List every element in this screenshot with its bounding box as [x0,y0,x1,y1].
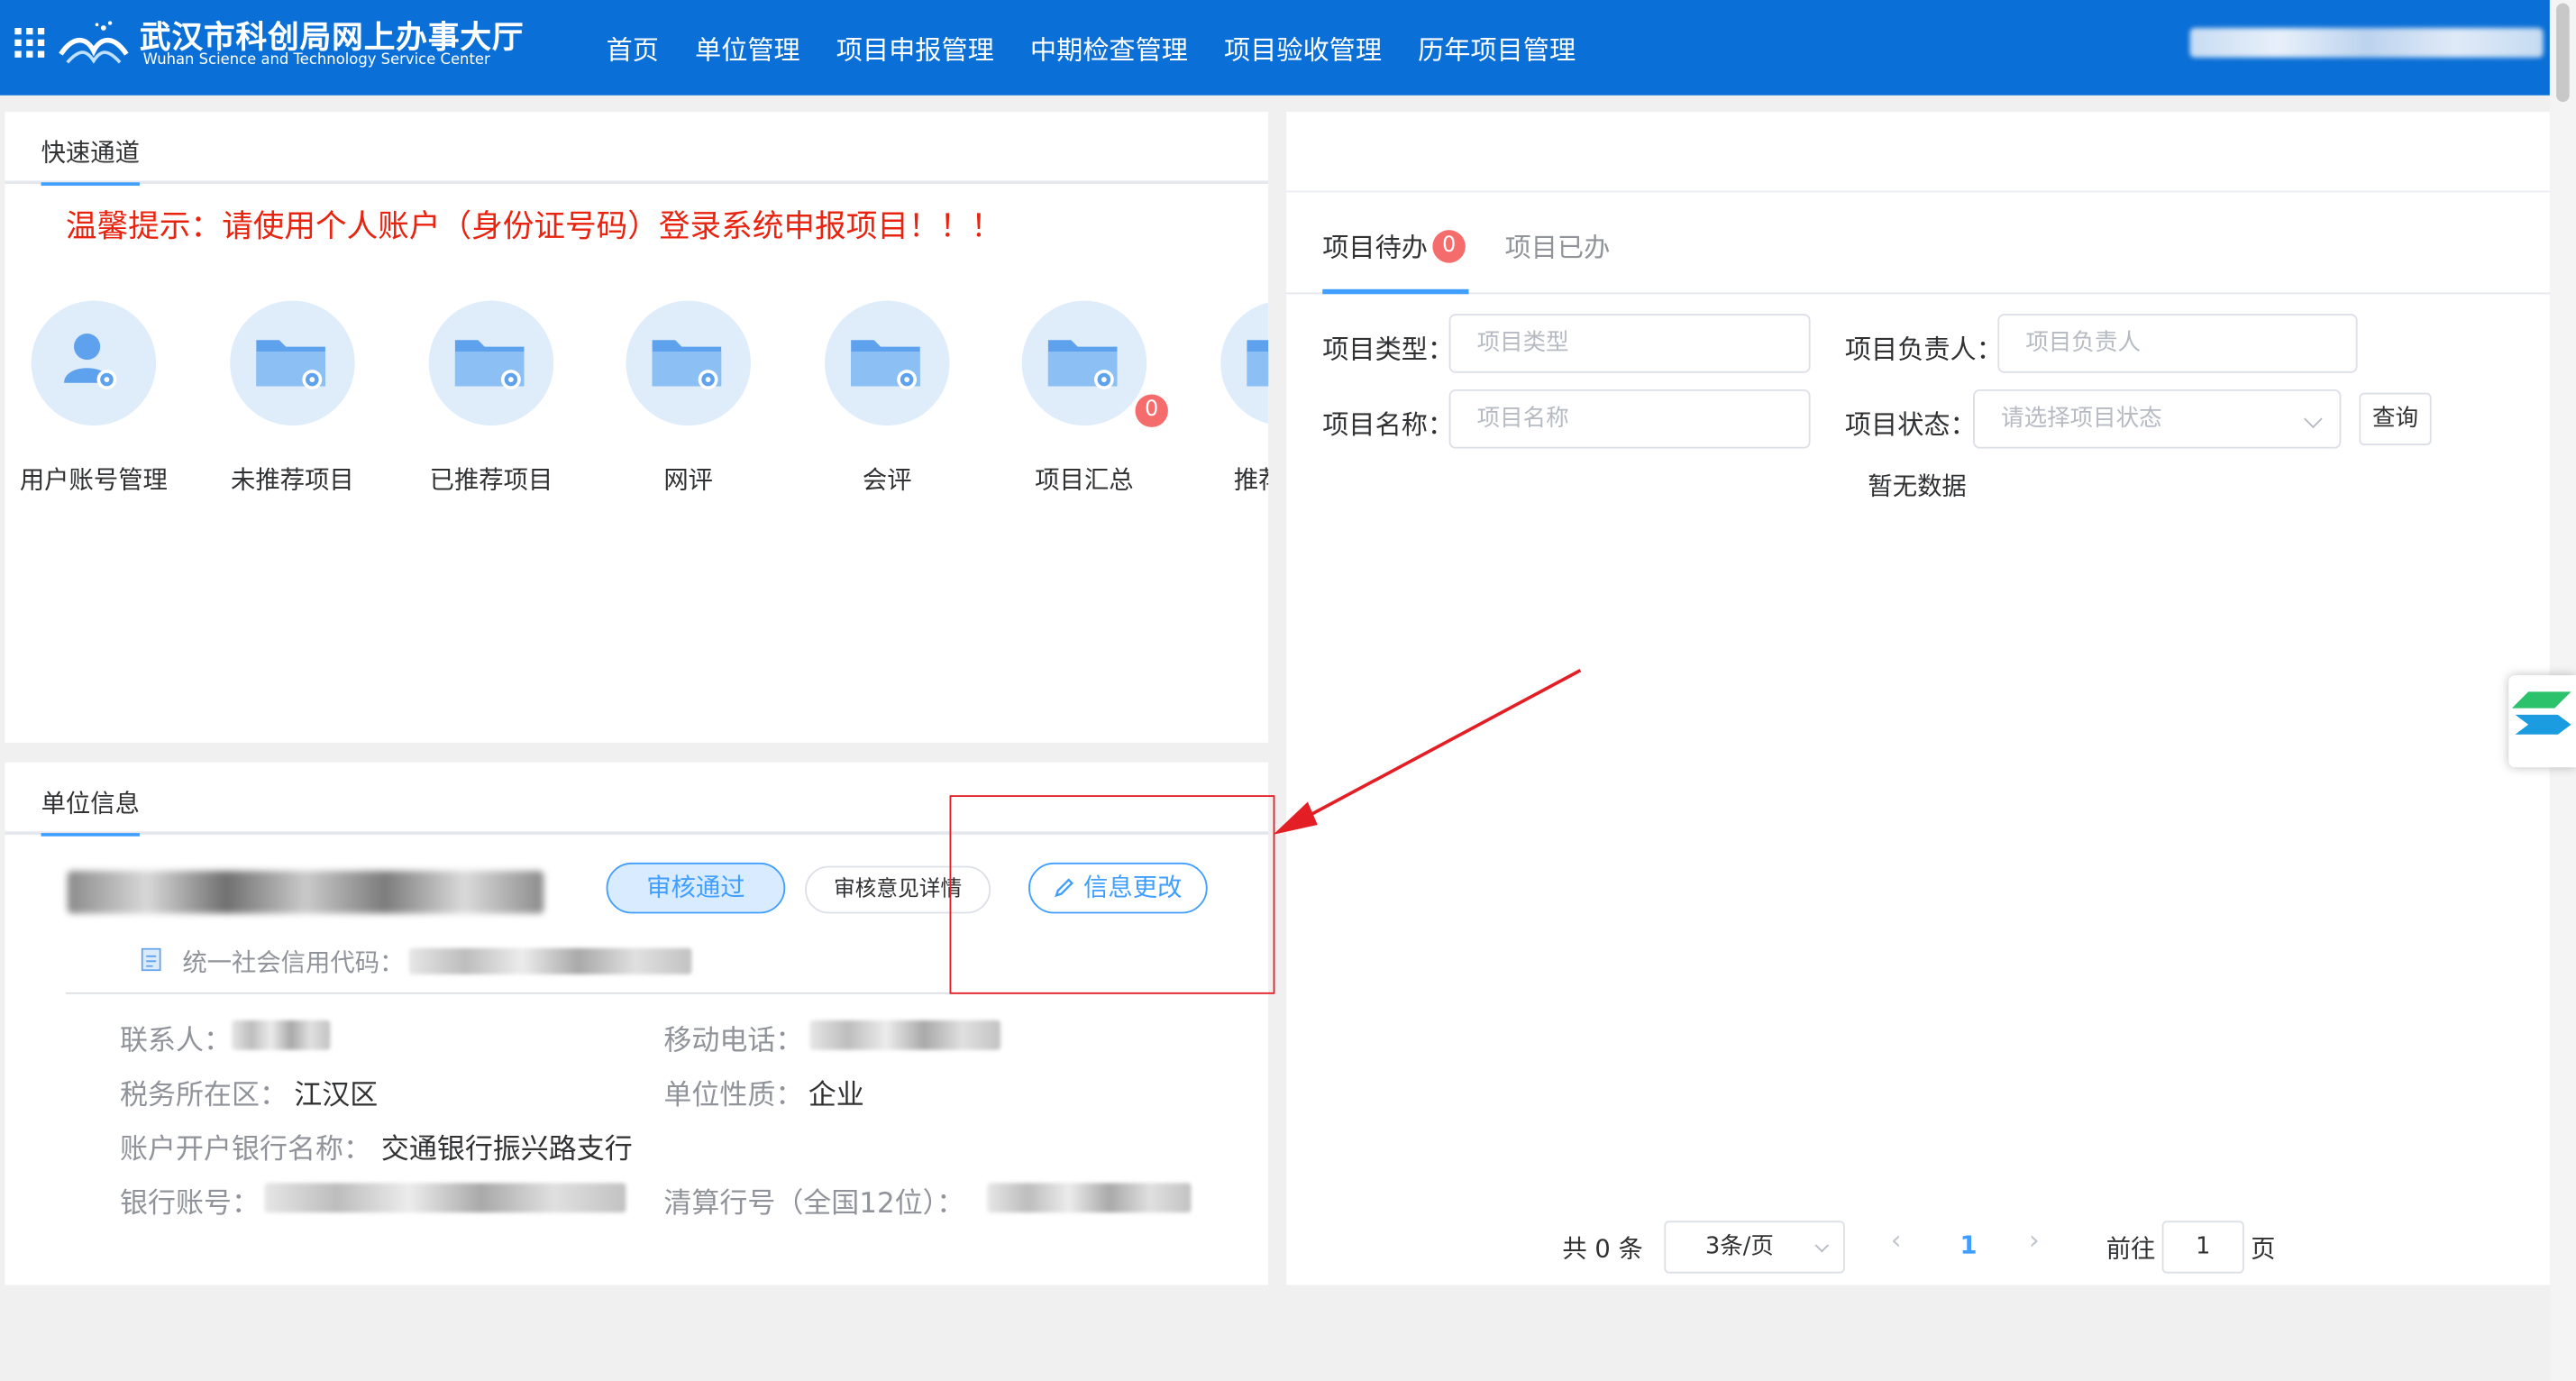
annotation-highlight-box [949,795,1275,994]
project-name-input[interactable]: 项目名称 [1448,389,1811,449]
next-page-icon[interactable]: › [2029,1224,2040,1256]
page-unit-label: 页 [2251,1233,2276,1264]
folder-gear-icon [256,340,325,389]
bank-account-label: 银行账号： [120,1187,260,1221]
tab-pending-projects[interactable]: 项目待办 [1322,225,1428,265]
unit-nature-value: 企业 [808,1079,864,1112]
status-placeholder: 请选择项目状态 [2001,406,2162,433]
nav-history-projects[interactable]: 历年项目管理 [1400,28,1594,68]
shortcut-user-accounts[interactable]: 用户账号管理 [5,300,192,497]
floating-assistant-widget[interactable] [2508,675,2576,768]
shortcut-label: 已推荐项目 [429,464,553,495]
bank-account-redacted [264,1183,626,1213]
unit-name-redacted [67,871,544,914]
credit-code-label: 统一社会信用代码： [182,947,405,978]
shortcut-recommended[interactable]: 已推荐项目 [393,300,590,497]
shortcut-unrecommended[interactable]: 未推荐项目 [194,300,391,497]
project-type-input[interactable]: 项目类型 [1448,314,1811,373]
current-page-number[interactable]: 1 [1959,1230,1977,1260]
nav-project-acceptance[interactable]: 项目验收管理 [1206,28,1400,68]
shortcut-label: 网评 [663,464,714,495]
apps-grid-icon[interactable] [14,27,45,58]
project-tasks-panel: 项目待办 0 项目已办 项目类型： 项目类型 项目负责人： 项目负责人 项目名称… [1286,111,2550,1285]
nav-midterm-check[interactable]: 中期检查管理 [1012,28,1206,68]
user-gear-icon [64,334,117,389]
folder-gear-icon [652,340,722,389]
project-owner-label: 项目负责人： [1844,334,2003,365]
site-logo [59,21,129,64]
shortcut-recommend-unit[interactable]: 推荐单位 [1184,300,1269,497]
contact-redacted [232,1020,331,1050]
contact-label: 联系人： [120,1025,233,1058]
folder-gear-icon [851,340,920,389]
goto-page-input[interactable]: 1 [2161,1221,2244,1274]
mobile-label: 移动电话： [663,1025,804,1058]
shortcut-label: 用户账号管理 [19,464,168,495]
shortcut-label: 推荐单位 [1233,464,1268,495]
summary-count-badge: 0 [1135,394,1168,427]
document-icon [141,947,161,972]
bank-name-value: 交通银行振兴路支行 [380,1133,633,1167]
tab-unit-info[interactable]: 单位信息 [41,785,140,837]
mobile-redacted [809,1020,1001,1050]
shortcut-label: 项目汇总 [1035,464,1134,495]
credit-code-redacted [408,947,692,974]
shortcut-label: 会评 [862,464,912,495]
site-subtitle: Wuhan Science and Technology Service Cen… [142,52,490,69]
audit-passed-button[interactable]: 审核通过 [606,862,786,914]
tax-district-label: 税务所在区： [120,1079,288,1112]
pending-count-badge: 0 [1432,230,1466,263]
chevron-down-icon [2304,409,2323,429]
user-info-redacted[interactable] [2189,27,2544,58]
clearing-number-label: 清算行号（全国12位）： [663,1187,965,1221]
site-title: 武汉市科创局网上办事大厅 [139,19,525,56]
shortcut-meeting-review[interactable]: 会评 [789,300,986,497]
tab-quick-access[interactable]: 快速通道 [41,134,140,186]
nav-unit-management[interactable]: 单位管理 [677,28,818,68]
quick-access-panel: 快速通道 温馨提示：请使用个人账户（身份证号码）登录系统申报项目！！！ 用户账号… [5,111,1269,743]
bank-name-label: 账户开户银行名称： [120,1133,371,1167]
top-navbar: 武汉市科创局网上办事大厅 Wuhan Science and Technolog… [0,0,2576,96]
folder-gear-icon [1247,340,1269,387]
empty-state-text: 暂无数据 [1868,471,1967,501]
page-size-value: 3条/页 [1704,1233,1774,1261]
warning-notice: 温馨提示：请使用个人账户（身份证号码）登录系统申报项目！！！ [65,208,1002,245]
chevron-down-icon [1814,1238,1830,1253]
shortcut-online-review[interactable]: 网评 [589,300,787,497]
assistant-logo-icon [2511,691,2571,735]
nav-project-application[interactable]: 项目申报管理 [818,28,1012,68]
goto-label: 前往 [2106,1233,2156,1264]
prev-page-icon[interactable]: ‹ [1891,1224,1902,1256]
project-type-label: 项目类型： [1322,334,1455,365]
clearing-number-redacted [987,1183,1192,1213]
query-button[interactable]: 查询 [2359,392,2432,445]
active-tab-indicator [1322,288,1469,295]
unit-nature-label: 单位性质： [663,1079,804,1112]
tax-district-value: 江汉区 [294,1079,379,1112]
project-owner-input[interactable]: 项目负责人 [1997,314,2358,373]
nav-home[interactable]: 首页 [589,28,677,68]
folder-gear-icon [1047,340,1118,389]
page-size-select[interactable]: 3条/页 [1664,1221,1845,1274]
project-status-select[interactable]: 请选择项目状态 [1973,389,2342,449]
project-name-label: 项目名称： [1322,408,1455,441]
main-nav: 首页 单位管理 项目申报管理 中期检查管理 项目验收管理 历年项目管理 [589,0,1594,96]
folder-gear-icon [454,340,525,389]
tab-completed-projects[interactable]: 项目已办 [1505,225,1611,265]
project-status-label: 项目状态： [1844,408,1977,441]
pager-total: 共 0 条 [1562,1233,1643,1264]
shortcut-label: 未推荐项目 [231,464,354,495]
